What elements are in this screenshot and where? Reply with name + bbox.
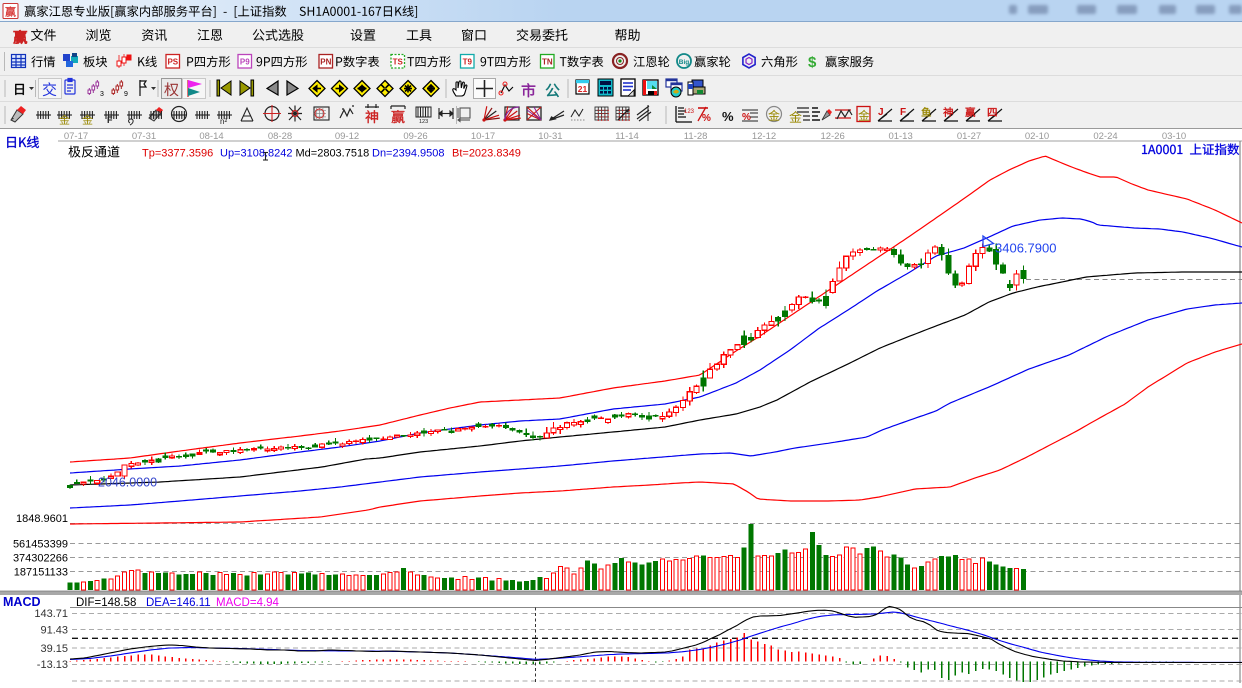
svg-text:02-24: 02-24 — [1093, 131, 1117, 142]
svg-text:123: 123 — [419, 119, 428, 125]
svg-text:TS: TS — [393, 58, 404, 67]
svg-text:9: 9 — [124, 91, 128, 98]
svg-text:%: % — [702, 113, 711, 124]
svg-text:07-17: 07-17 — [64, 131, 88, 142]
svg-text:561453399: 561453399 — [13, 539, 68, 551]
svg-text:PS: PS — [167, 58, 178, 67]
svg-text:3406.7900: 3406.7900 — [995, 241, 1056, 256]
svg-text:02-10: 02-10 — [1025, 131, 1049, 142]
svg-text:91.43: 91.43 — [40, 625, 68, 637]
svg-text:09-26: 09-26 — [403, 131, 427, 142]
svg-text:187151133: 187151133 — [14, 567, 68, 579]
svg-text:T9: T9 — [463, 58, 473, 67]
svg-text:11-14: 11-14 — [615, 131, 639, 142]
svg-text:-13.13: -13.13 — [37, 659, 68, 671]
svg-text:08-28: 08-28 — [268, 131, 292, 142]
svg-text:PN: PN — [320, 58, 331, 67]
svg-text:Tp=3377.3596: Tp=3377.3596 — [142, 148, 213, 160]
svg-text:F: F — [107, 115, 113, 125]
svg-text:11-28: 11-28 — [684, 131, 708, 142]
svg-text:07-31: 07-31 — [132, 131, 156, 142]
svg-text:TN: TN — [542, 58, 553, 67]
svg-text:39.15: 39.15 — [40, 643, 68, 655]
svg-text:%: % — [722, 109, 734, 124]
svg-text:08-14: 08-14 — [199, 131, 223, 142]
svg-text:2046.0000: 2046.0000 — [98, 476, 157, 490]
svg-text:1848.9601: 1848.9601 — [16, 513, 68, 525]
svg-text:Up=3108.8242: Up=3108.8242 — [220, 148, 292, 160]
svg-text:P9: P9 — [240, 58, 250, 67]
svg-text:Big: Big — [679, 59, 690, 66]
svg-text:01-27: 01-27 — [957, 131, 981, 142]
svg-text:123: 123 — [684, 109, 695, 115]
svg-text:21: 21 — [578, 84, 588, 94]
svg-text:12-26: 12-26 — [820, 131, 844, 142]
svg-text:03-10: 03-10 — [1162, 131, 1186, 142]
svg-text:Dn=2394.9508: Dn=2394.9508 — [372, 148, 444, 160]
svg-text:J: J — [878, 107, 884, 118]
svg-text:09-12: 09-12 — [335, 131, 359, 142]
svg-text:10-17: 10-17 — [471, 131, 495, 142]
svg-text:F: F — [900, 107, 906, 118]
svg-text:10-31: 10-31 — [538, 131, 562, 142]
svg-text:n²: n² — [220, 117, 227, 126]
svg-text:374302266: 374302266 — [13, 553, 68, 565]
svg-text:01-13: 01-13 — [888, 131, 912, 142]
svg-text:143.71: 143.71 — [34, 608, 68, 620]
svg-text:3: 3 — [100, 91, 104, 98]
svg-text:12-12: 12-12 — [752, 131, 776, 142]
svg-text:Md=2803.7518: Md=2803.7518 — [296, 148, 370, 160]
svg-text:$: $ — [808, 54, 817, 71]
svg-text:MACD: MACD — [3, 595, 41, 609]
svg-text:Bt=2023.8349: Bt=2023.8349 — [452, 148, 521, 160]
